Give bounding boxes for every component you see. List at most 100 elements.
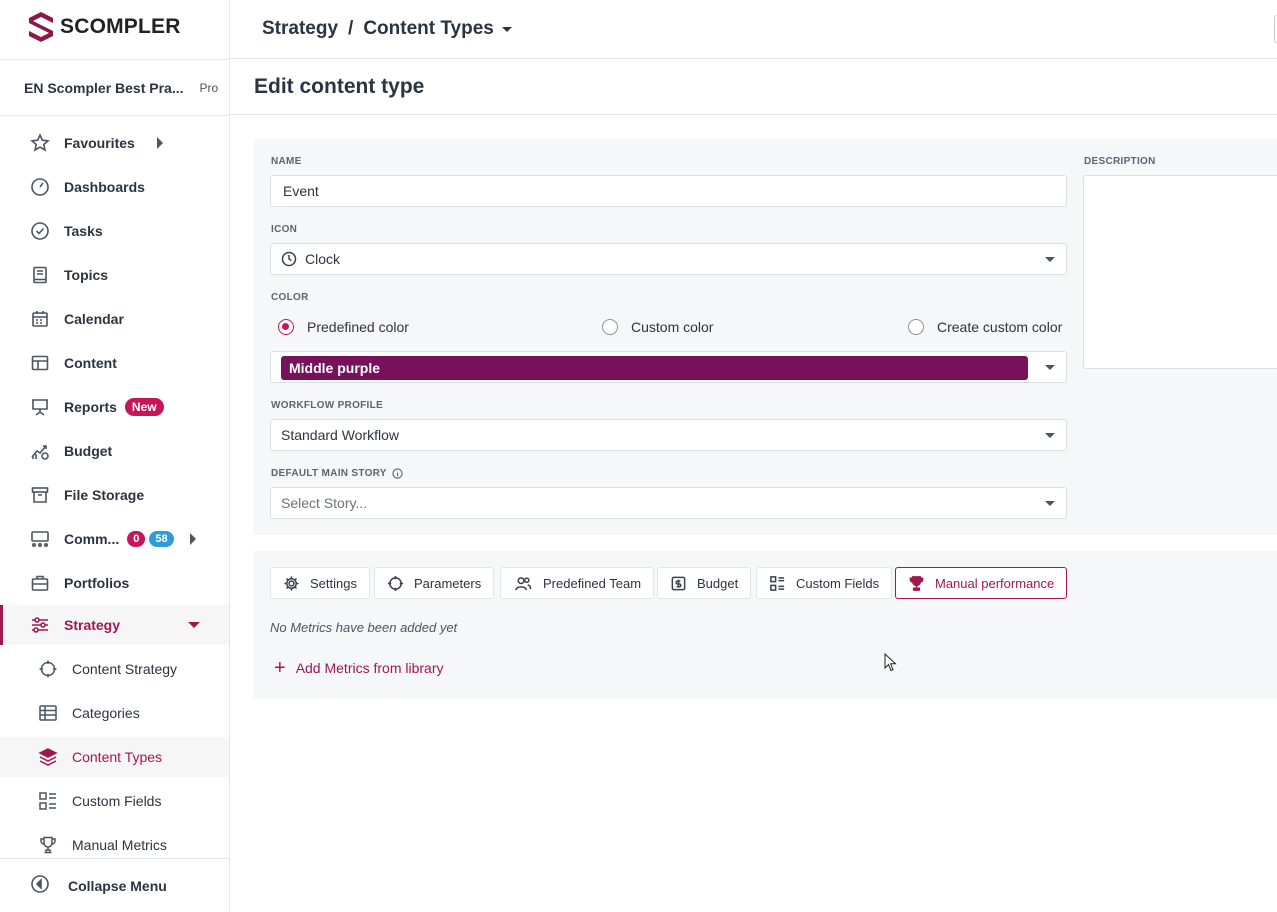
radio-unselected-icon bbox=[602, 319, 618, 335]
name-field[interactable]: Event bbox=[270, 175, 1067, 207]
crosshair-icon bbox=[387, 575, 404, 591]
nav-item-portfolios[interactable]: Portfolios bbox=[0, 561, 229, 605]
sidebar-item-custom-fields[interactable]: Custom Fields bbox=[0, 779, 229, 823]
description-textarea[interactable] bbox=[1083, 175, 1277, 369]
nav-item-favourites[interactable]: Favourites bbox=[0, 121, 229, 165]
nav-label-reports: Reports bbox=[64, 399, 117, 415]
breadcrumb-content-types[interactable]: Content Types bbox=[363, 18, 494, 40]
custom-color-radio[interactable]: Custom color bbox=[602, 319, 713, 335]
scompler-logo-icon bbox=[29, 12, 53, 42]
info-icon[interactable] bbox=[392, 468, 403, 479]
sub-label-content-strategy: Content Strategy bbox=[72, 661, 178, 677]
layers-icon bbox=[38, 747, 58, 767]
chevron-down-icon bbox=[1045, 257, 1055, 262]
check-circle-icon bbox=[30, 221, 50, 241]
tab-manual-performance[interactable]: Manual performance bbox=[895, 567, 1068, 599]
nav-item-budget[interactable]: Budget bbox=[0, 429, 229, 473]
calendar-icon bbox=[30, 309, 50, 329]
color-select[interactable]: Middle purple bbox=[270, 351, 1067, 383]
sidebar-item-content-types[interactable]: Content Types bbox=[0, 737, 229, 777]
chevron-right-icon[interactable] bbox=[156, 137, 163, 149]
default-story-label-text: DEFAULT MAIN STORY bbox=[271, 468, 387, 479]
nav-item-tasks[interactable]: Tasks bbox=[0, 209, 229, 253]
create-custom-color-radio[interactable]: Create custom color bbox=[908, 319, 1062, 335]
main-nav: Favourites Dashboards Tasks Topics Calen… bbox=[0, 121, 229, 867]
color-label: COLOR bbox=[271, 292, 309, 303]
page-title: Edit content type bbox=[230, 59, 1277, 115]
trophy-icon bbox=[909, 575, 924, 591]
collapse-menu-label: Collapse Menu bbox=[68, 877, 167, 894]
chevron-right-icon[interactable] bbox=[189, 533, 196, 545]
mouse-cursor-icon bbox=[884, 653, 897, 672]
workflow-select[interactable]: Standard Workflow bbox=[270, 419, 1067, 451]
collapse-menu-button[interactable]: Collapse Menu bbox=[0, 858, 229, 912]
comm-badge-red: 0 bbox=[127, 531, 146, 547]
breadcrumb: Strategy / Content Types bbox=[230, 0, 1277, 59]
nav-label-topics: Topics bbox=[64, 267, 109, 283]
tab-parameters[interactable]: Parameters bbox=[374, 567, 495, 599]
tab-budget[interactable]: Budget bbox=[657, 567, 752, 599]
nav-label-file-storage: File Storage bbox=[64, 487, 145, 503]
tab-budget-label: Budget bbox=[697, 575, 739, 591]
chevron-down-icon bbox=[1045, 365, 1055, 370]
nav-label-portfolios: Portfolios bbox=[64, 575, 130, 591]
description-label: DESCRIPTION bbox=[1084, 156, 1156, 167]
nav-item-topics[interactable]: Topics bbox=[0, 253, 229, 297]
workflow-value: Standard Workflow bbox=[281, 427, 400, 443]
caret-down-icon[interactable] bbox=[501, 26, 512, 32]
custom-color-label: Custom color bbox=[631, 319, 714, 335]
nav-item-strategy[interactable]: Strategy bbox=[0, 605, 229, 645]
default-story-select[interactable]: Select Story... bbox=[270, 487, 1067, 519]
clock-icon bbox=[281, 251, 297, 267]
tab-custom-fields[interactable]: Custom Fields bbox=[756, 567, 893, 599]
icon-label: ICON bbox=[271, 224, 298, 235]
add-metrics-label: Add Metrics from library bbox=[295, 660, 444, 676]
gauge-icon bbox=[30, 177, 50, 197]
presentation-icon bbox=[30, 397, 50, 417]
nav-item-reports[interactable]: Reports New bbox=[0, 385, 229, 429]
icon-value: Clock bbox=[305, 251, 341, 267]
nav-item-file-storage[interactable]: File Storage bbox=[0, 473, 229, 517]
radio-unselected-icon bbox=[908, 319, 924, 335]
archive-icon bbox=[30, 485, 50, 505]
default-story-label: DEFAULT MAIN STORY bbox=[271, 468, 403, 479]
tab-parameters-label: Parameters bbox=[414, 575, 482, 591]
brand-name: SCOMPLER bbox=[60, 15, 181, 38]
breadcrumb-strategy[interactable]: Strategy bbox=[262, 18, 338, 40]
tab-settings[interactable]: Settings bbox=[270, 567, 370, 599]
add-metrics-button[interactable]: + Add Metrics from library bbox=[274, 658, 444, 678]
icon-select[interactable]: Clock bbox=[270, 243, 1067, 275]
tab-predefined-team[interactable]: Predefined Team bbox=[500, 567, 655, 599]
nav-item-dashboards[interactable]: Dashboards bbox=[0, 165, 229, 209]
chevron-down-icon[interactable] bbox=[188, 622, 201, 628]
tab-predefined-team-label: Predefined Team bbox=[543, 575, 642, 591]
scompler-logo[interactable]: SCOMPLER bbox=[28, 11, 181, 43]
account-switcher[interactable]: EN Scompler Best Pra... Pro bbox=[0, 59, 229, 116]
empty-metrics-message: No Metrics have been added yet bbox=[270, 620, 458, 635]
story-placeholder: Select Story... bbox=[281, 495, 368, 511]
content-type-form: NAME Event ICON Clock COLOR Predefined c… bbox=[254, 139, 1277, 535]
nav-item-content[interactable]: Content bbox=[0, 341, 229, 385]
content-type-tabs-panel: Settings Parameters Predefined Team Budg… bbox=[254, 551, 1277, 699]
crosshair-icon bbox=[38, 659, 58, 679]
sidebar: SCOMPLER EN Scompler Best Pra... Pro Fav… bbox=[0, 0, 230, 912]
new-badge: New bbox=[124, 398, 164, 416]
color-swatch: Middle purple bbox=[281, 356, 1028, 380]
tab-settings-label: Settings bbox=[310, 575, 357, 591]
name-value: Event bbox=[283, 183, 319, 199]
predefined-color-radio[interactable]: Predefined color bbox=[278, 319, 409, 335]
sidebar-item-content-strategy[interactable]: Content Strategy bbox=[0, 647, 229, 691]
grid-fields-icon bbox=[38, 791, 58, 811]
budget-chart-icon bbox=[30, 441, 50, 461]
table-list-icon bbox=[38, 703, 58, 723]
nav-item-calendar[interactable]: Calendar bbox=[0, 297, 229, 341]
nav-item-comm[interactable]: Comm... 0 58 bbox=[0, 517, 229, 561]
create-custom-color-label: Create custom color bbox=[937, 319, 1063, 335]
sidebar-item-categories[interactable]: Categories bbox=[0, 691, 229, 735]
comm-badge-blue: 58 bbox=[149, 531, 174, 547]
sub-label-content-types: Content Types bbox=[72, 749, 163, 765]
trophy-icon bbox=[38, 835, 58, 855]
nav-label-calendar: Calendar bbox=[64, 311, 124, 327]
chevron-down-icon bbox=[1045, 501, 1055, 506]
workflow-label: WORKFLOW PROFILE bbox=[271, 400, 384, 411]
